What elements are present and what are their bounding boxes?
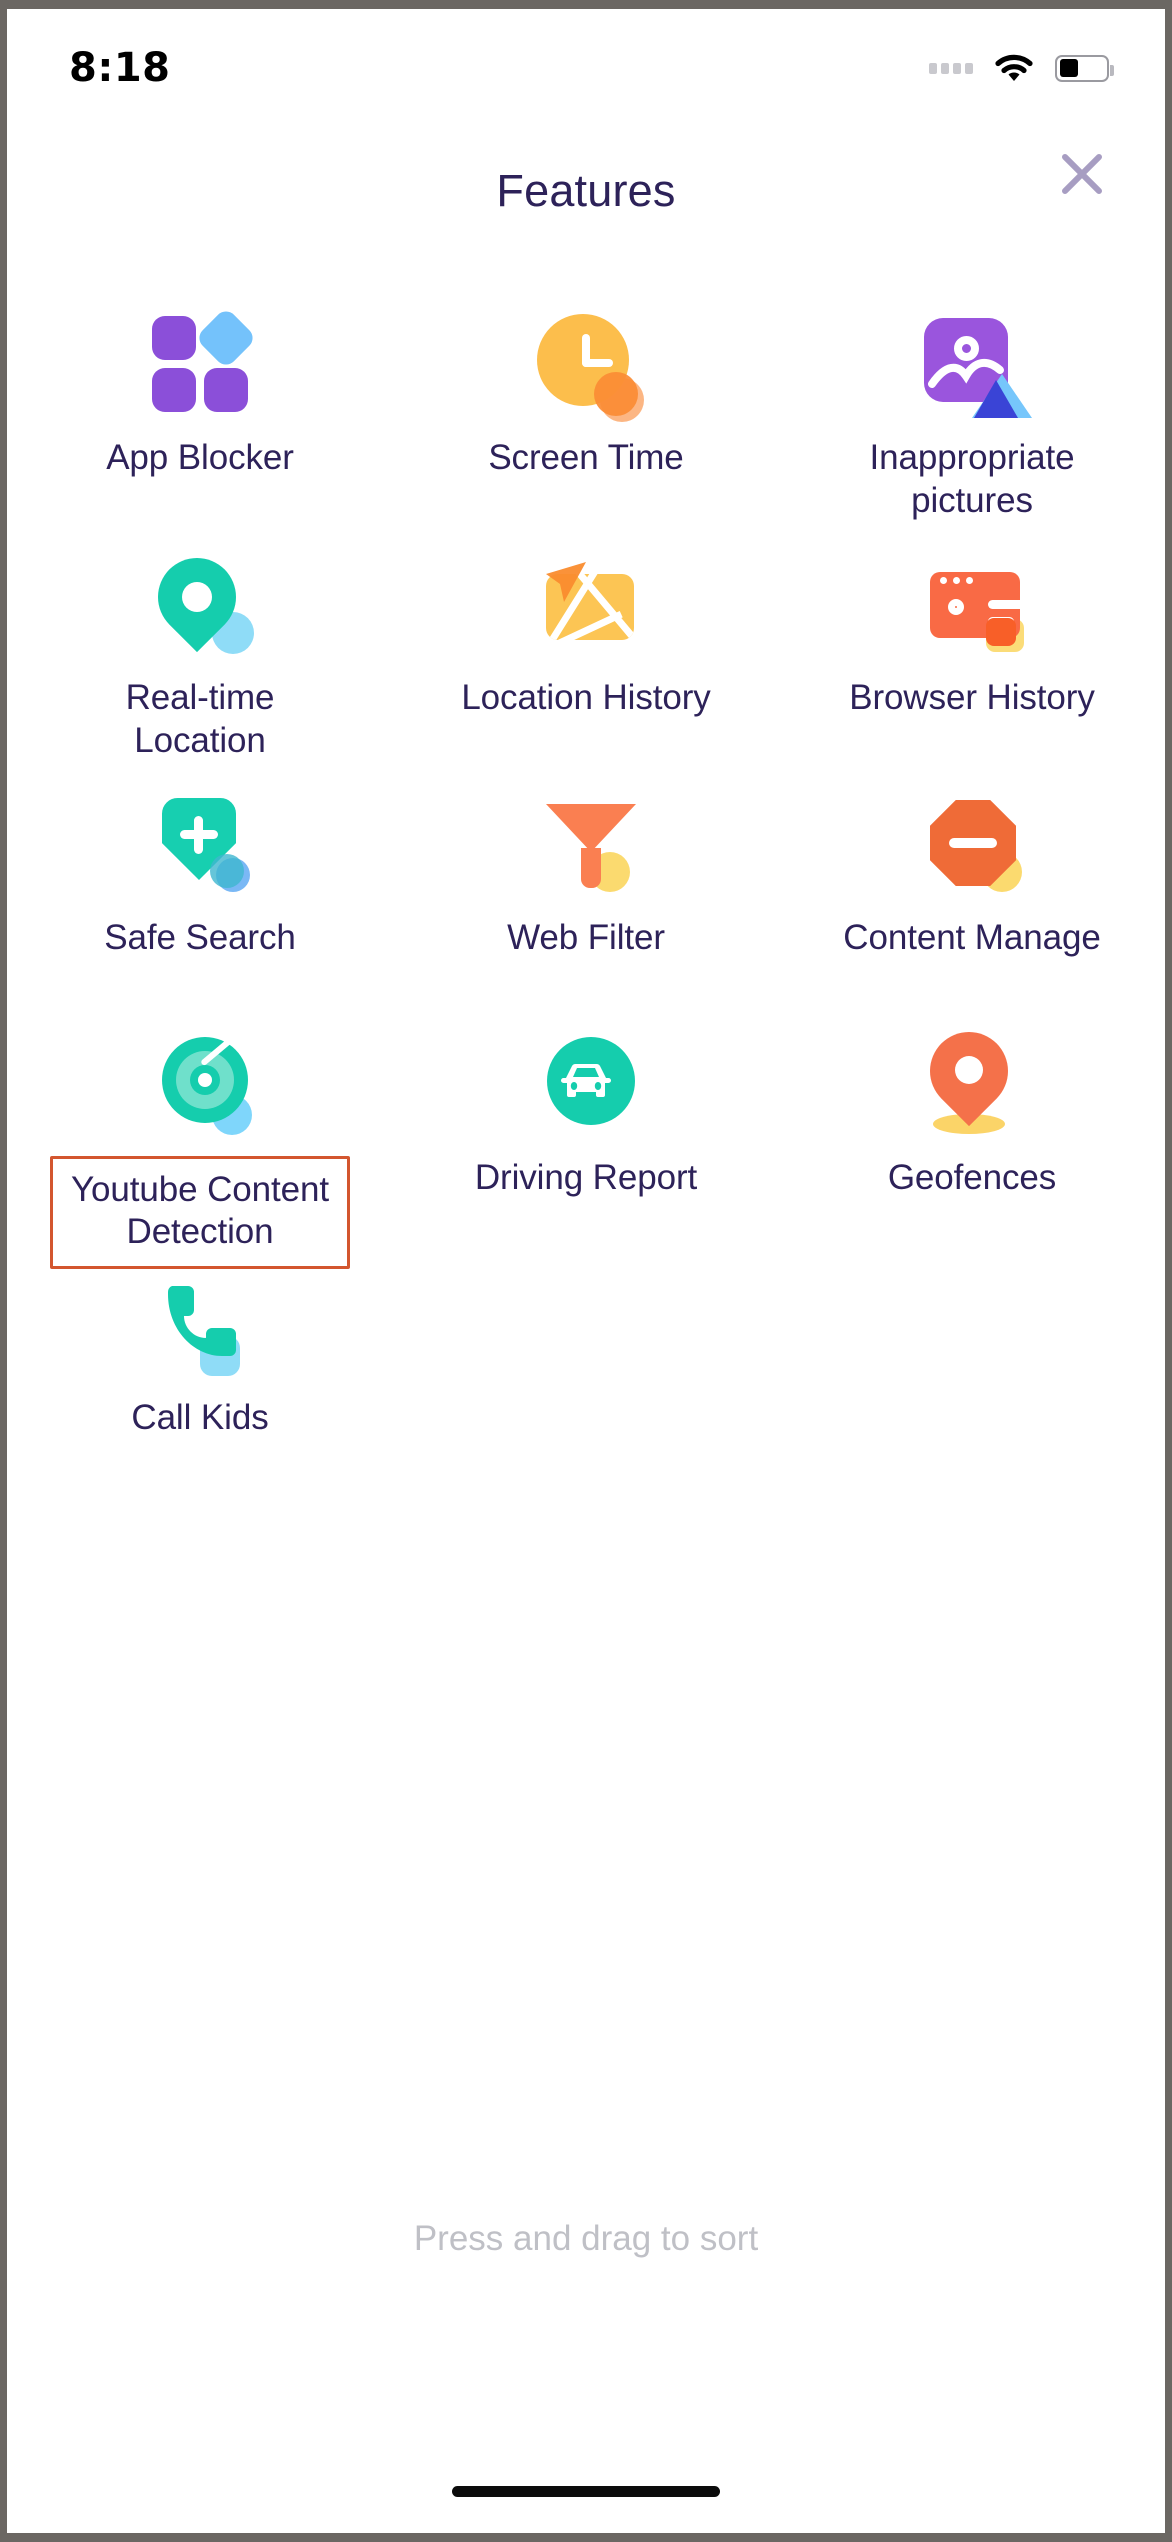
app-blocker-icon <box>140 309 260 419</box>
feature-content-manage[interactable]: Content Manage <box>779 789 1165 1029</box>
feature-label: Call Kids <box>131 1397 268 1440</box>
sort-hint: Press and drag to sort <box>7 2219 1165 2259</box>
feature-label: Screen Time <box>488 437 683 480</box>
feature-geofences[interactable]: Geofences <box>779 1029 1165 1269</box>
feature-driving-report[interactable]: Driving Report <box>393 1029 779 1269</box>
feature-real-time-location[interactable]: Real-time Location <box>7 549 393 789</box>
feature-label: Geofences <box>888 1157 1056 1200</box>
feature-safe-search[interactable]: Safe Search <box>7 789 393 1029</box>
home-indicator[interactable] <box>452 2486 720 2497</box>
feature-label: Browser History <box>849 677 1094 720</box>
battery-icon <box>1055 55 1109 82</box>
feature-label: Content Manage <box>843 917 1100 960</box>
wifi-icon <box>995 54 1033 82</box>
browser-window-icon <box>912 549 1032 659</box>
status-bar: 8:18 <box>7 9 1165 127</box>
feature-call-kids[interactable]: Call Kids <box>7 1269 393 1509</box>
feature-label: Web Filter <box>507 917 665 960</box>
feature-app-blocker[interactable]: App Blocker <box>7 309 393 549</box>
shield-search-icon <box>140 789 260 899</box>
close-icon[interactable] <box>1051 143 1113 205</box>
feature-web-filter[interactable]: Web Filter <box>393 789 779 1029</box>
feature-label: Location History <box>461 677 710 720</box>
car-icon <box>526 1029 646 1139</box>
features-grid: App Blocker Screen Time <box>7 309 1165 1509</box>
feature-screen-time[interactable]: Screen Time <box>393 309 779 549</box>
feature-location-history[interactable]: Location History <box>393 549 779 789</box>
phone-screen: 8:18 Features <box>0 0 1172 2542</box>
signal-dots-icon <box>929 63 973 74</box>
feature-inappropriate-pictures[interactable]: Inappropriate pictures <box>779 309 1165 549</box>
map-route-icon <box>526 549 646 659</box>
geofence-pin-icon <box>912 1029 1032 1139</box>
phone-icon <box>140 1269 260 1379</box>
feature-browser-history[interactable]: Browser History <box>779 549 1165 789</box>
feature-youtube-content-detection[interactable]: Youtube Content Detection <box>7 1029 393 1269</box>
status-icons <box>929 54 1109 82</box>
radar-icon <box>140 1029 260 1138</box>
feature-label: Driving Report <box>475 1157 697 1200</box>
image-icon <box>912 309 1032 419</box>
funnel-icon <box>526 789 646 899</box>
feature-label: Real-time Location <box>70 677 330 762</box>
page-header: Features <box>7 127 1165 257</box>
feature-label: App Blocker <box>106 437 294 480</box>
octagon-minus-icon <box>912 789 1032 899</box>
clock-icon <box>526 309 646 419</box>
status-time: 8:18 <box>69 45 171 91</box>
feature-label: Inappropriate pictures <box>842 437 1102 522</box>
feature-label: Youtube Content Detection <box>50 1156 350 1269</box>
page-title: Features <box>7 165 1165 217</box>
feature-label: Safe Search <box>104 917 296 960</box>
map-pin-icon <box>140 549 260 659</box>
